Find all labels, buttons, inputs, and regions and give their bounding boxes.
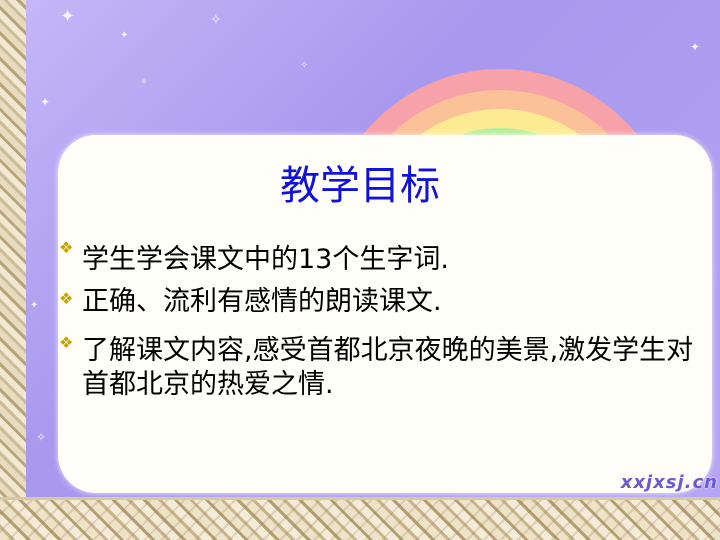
diamond-bullet-icon: ❖	[59, 238, 74, 257]
decorative-bottom-border	[0, 497, 720, 540]
diamond-bullet-icon: ❖	[59, 289, 74, 308]
site-watermark: xxjxsj.cn	[620, 472, 718, 493]
objective-item: 学生学会课文中的13个生字词.	[82, 244, 449, 275]
decorative-left-border	[0, 0, 26, 540]
slide-title: 教学目标	[280, 163, 440, 209]
diamond-bullet-icon: ❖	[59, 333, 74, 352]
slide-background: ✦ ✦ ✧ ✦ ✧ ✦ ✦ ✧ 教学目标 ❖ 学生学会课文中的13个生字词. ❖…	[0, 0, 720, 540]
objective-item: 正确、流利有感情的朗读课文.	[82, 286, 442, 317]
objective-item: 了解课文内容,感受首都北京夜晚的美景,激发学生对首都北京的热爱之情.	[82, 335, 694, 400]
